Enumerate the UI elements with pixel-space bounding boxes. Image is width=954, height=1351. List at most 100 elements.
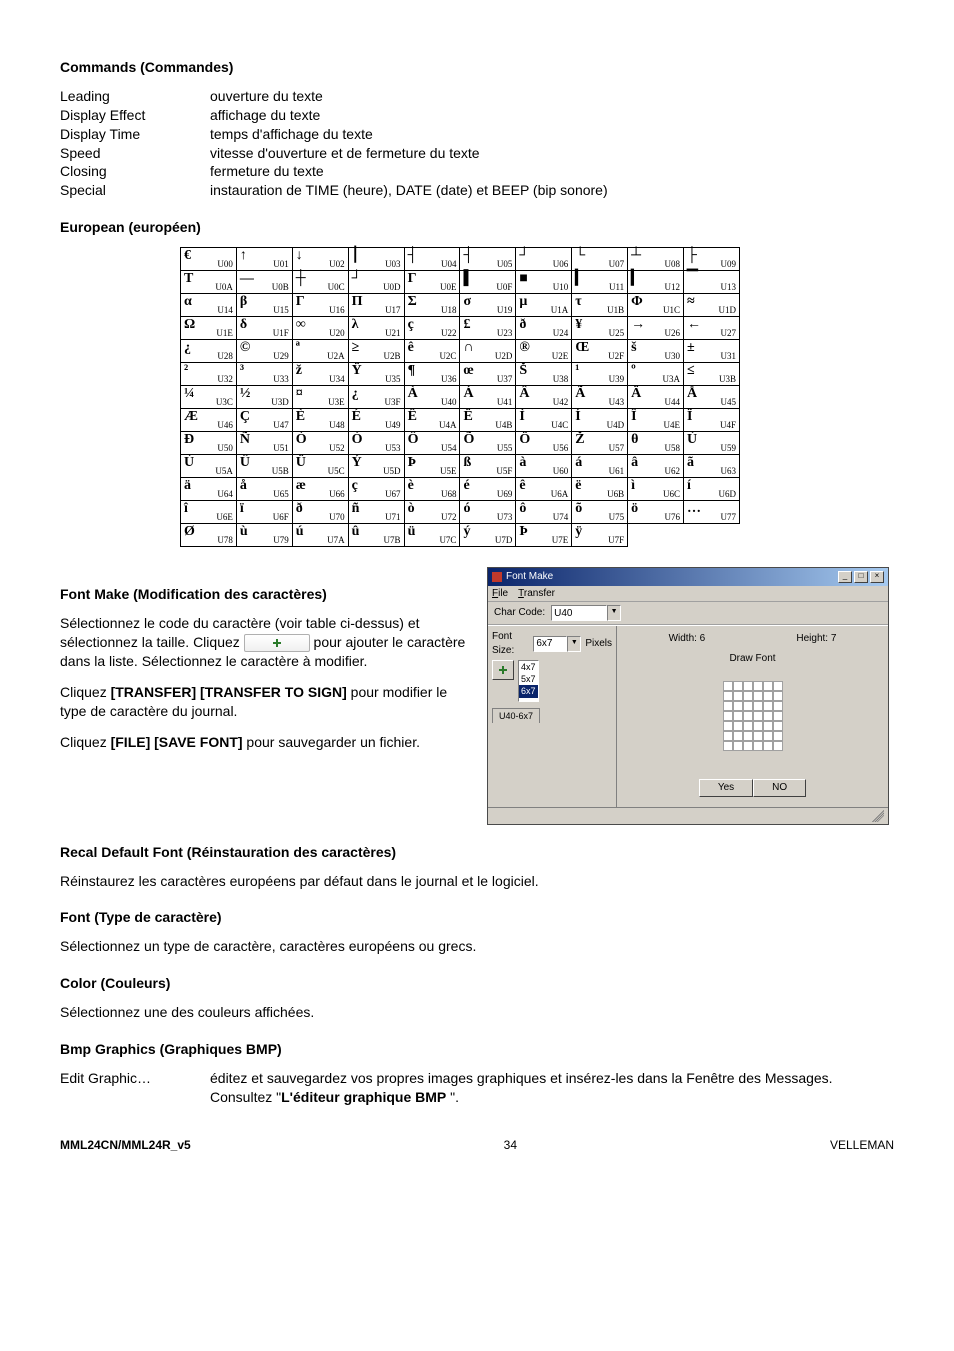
fontsize-dropdown[interactable]: ▼ [533, 636, 581, 652]
pixel-cell[interactable] [753, 741, 763, 751]
no-button[interactable]: NO [753, 779, 806, 797]
dialog-titlebar[interactable]: Font Make _ □ × [488, 568, 888, 586]
list-item[interactable]: 6x7 [519, 685, 538, 697]
char-code: U31 [721, 352, 737, 361]
charcode-dropdown[interactable]: ▼ [551, 605, 621, 621]
char-code: U44 [665, 398, 681, 407]
list-item[interactable]: 4x7 [519, 661, 538, 673]
char-code: U52 [329, 444, 345, 453]
pixel-cell[interactable] [723, 681, 733, 691]
char-glyph: È [296, 410, 305, 424]
char-glyph: ç [408, 318, 414, 332]
char-glyph: è [408, 479, 414, 493]
char-cell: μU1A [516, 294, 572, 317]
char-cell: ËU4B [460, 409, 516, 432]
pixel-cell[interactable] [733, 711, 743, 721]
char-code: U61 [609, 467, 625, 476]
pixel-cell[interactable] [743, 681, 753, 691]
add-icon [244, 634, 310, 652]
char-glyph: Ì [519, 410, 524, 424]
pixel-cell[interactable] [743, 711, 753, 721]
char-glyph: Œ [575, 341, 589, 355]
pixel-cell[interactable] [753, 701, 763, 711]
pixel-cell[interactable] [763, 701, 773, 711]
char-code: U10 [553, 283, 569, 292]
char-cell: ÕU55 [460, 432, 516, 455]
pixel-cell[interactable] [753, 681, 763, 691]
pixel-cell[interactable] [733, 691, 743, 701]
character-tab[interactable]: U40-6x7 [492, 708, 540, 723]
close-button[interactable]: × [870, 571, 884, 583]
pixel-cell[interactable] [723, 691, 733, 701]
pixel-cell[interactable] [773, 741, 783, 751]
fontsize-input[interactable] [533, 636, 567, 652]
pixel-cell[interactable] [763, 711, 773, 721]
pixel-cell[interactable] [763, 741, 773, 751]
menu-transfer[interactable]: Transfer [518, 587, 555, 601]
char-cell: ΓU16 [292, 294, 348, 317]
pixel-cell[interactable] [763, 681, 773, 691]
chevron-down-icon[interactable]: ▼ [567, 636, 581, 652]
fontsize-listbox[interactable]: 4x7 5x7 6x7 [518, 660, 539, 702]
font-text: Sélectionnez un type de caractère, carac… [60, 937, 894, 956]
char-code: U14 [217, 306, 233, 315]
char-glyph: Ž [575, 433, 584, 447]
pixel-cell[interactable] [763, 691, 773, 701]
pixel-cell[interactable] [743, 731, 753, 741]
char-glyph: ë [575, 479, 581, 493]
pixel-cell[interactable] [753, 731, 763, 741]
char-cell: ┼U0C [292, 271, 348, 294]
minimize-button[interactable]: _ [838, 571, 852, 583]
pixel-cell[interactable] [733, 721, 743, 731]
char-code: U45 [721, 398, 737, 407]
pixel-cell[interactable] [763, 731, 773, 741]
pixel-cell[interactable] [743, 721, 753, 731]
char-cell: δU1F [236, 317, 292, 340]
pixel-cell[interactable] [763, 721, 773, 731]
pixel-cell[interactable] [723, 711, 733, 721]
char-code: U76 [665, 513, 681, 522]
pixel-cell[interactable] [733, 701, 743, 711]
add-character-button[interactable] [492, 660, 514, 680]
char-code: U6E [216, 513, 233, 522]
pixel-cell[interactable] [753, 721, 763, 731]
pixel-grid[interactable] [723, 681, 783, 751]
char-glyph: Ä [631, 387, 641, 401]
pixel-cell[interactable] [723, 721, 733, 731]
char-glyph: Ç [240, 410, 250, 424]
pixel-cell[interactable] [743, 741, 753, 751]
char-cell: ÍU4D [572, 409, 628, 432]
resize-grip-icon[interactable] [872, 810, 884, 822]
pixel-cell[interactable] [773, 691, 783, 701]
pixel-cell[interactable] [753, 711, 763, 721]
menu-file[interactable]: File [492, 587, 508, 601]
char-glyph: α [184, 295, 192, 309]
pixel-cell[interactable] [733, 681, 743, 691]
pixel-cell[interactable] [733, 731, 743, 741]
char-cell: τU1B [572, 294, 628, 317]
pixel-cell[interactable] [753, 691, 763, 701]
yes-button[interactable]: Yes [699, 779, 753, 797]
char-code: U03 [385, 260, 401, 269]
pixel-cell[interactable] [773, 721, 783, 731]
pixel-cell[interactable] [773, 711, 783, 721]
list-item[interactable]: 5x7 [519, 673, 538, 685]
pixel-cell[interactable] [733, 741, 743, 751]
pixel-cell[interactable] [743, 691, 753, 701]
char-glyph: ¿ [352, 387, 359, 401]
pixel-cell[interactable] [723, 701, 733, 711]
pixel-cell[interactable] [773, 701, 783, 711]
pixel-cell[interactable] [743, 701, 753, 711]
pixel-cell[interactable] [723, 731, 733, 741]
char-glyph: Ö [519, 433, 530, 447]
char-code: U5B [272, 467, 289, 476]
pixel-cell[interactable] [773, 681, 783, 691]
charcode-input[interactable] [551, 605, 607, 621]
char-code: U1B [607, 306, 624, 315]
footer-left: MML24CN/MML24R_v5 [60, 1137, 191, 1153]
pixel-cell[interactable] [773, 731, 783, 741]
pixel-cell[interactable] [723, 741, 733, 751]
char-glyph: ¶ [408, 364, 416, 378]
maximize-button[interactable]: □ [854, 571, 868, 583]
chevron-down-icon[interactable]: ▼ [607, 605, 621, 621]
